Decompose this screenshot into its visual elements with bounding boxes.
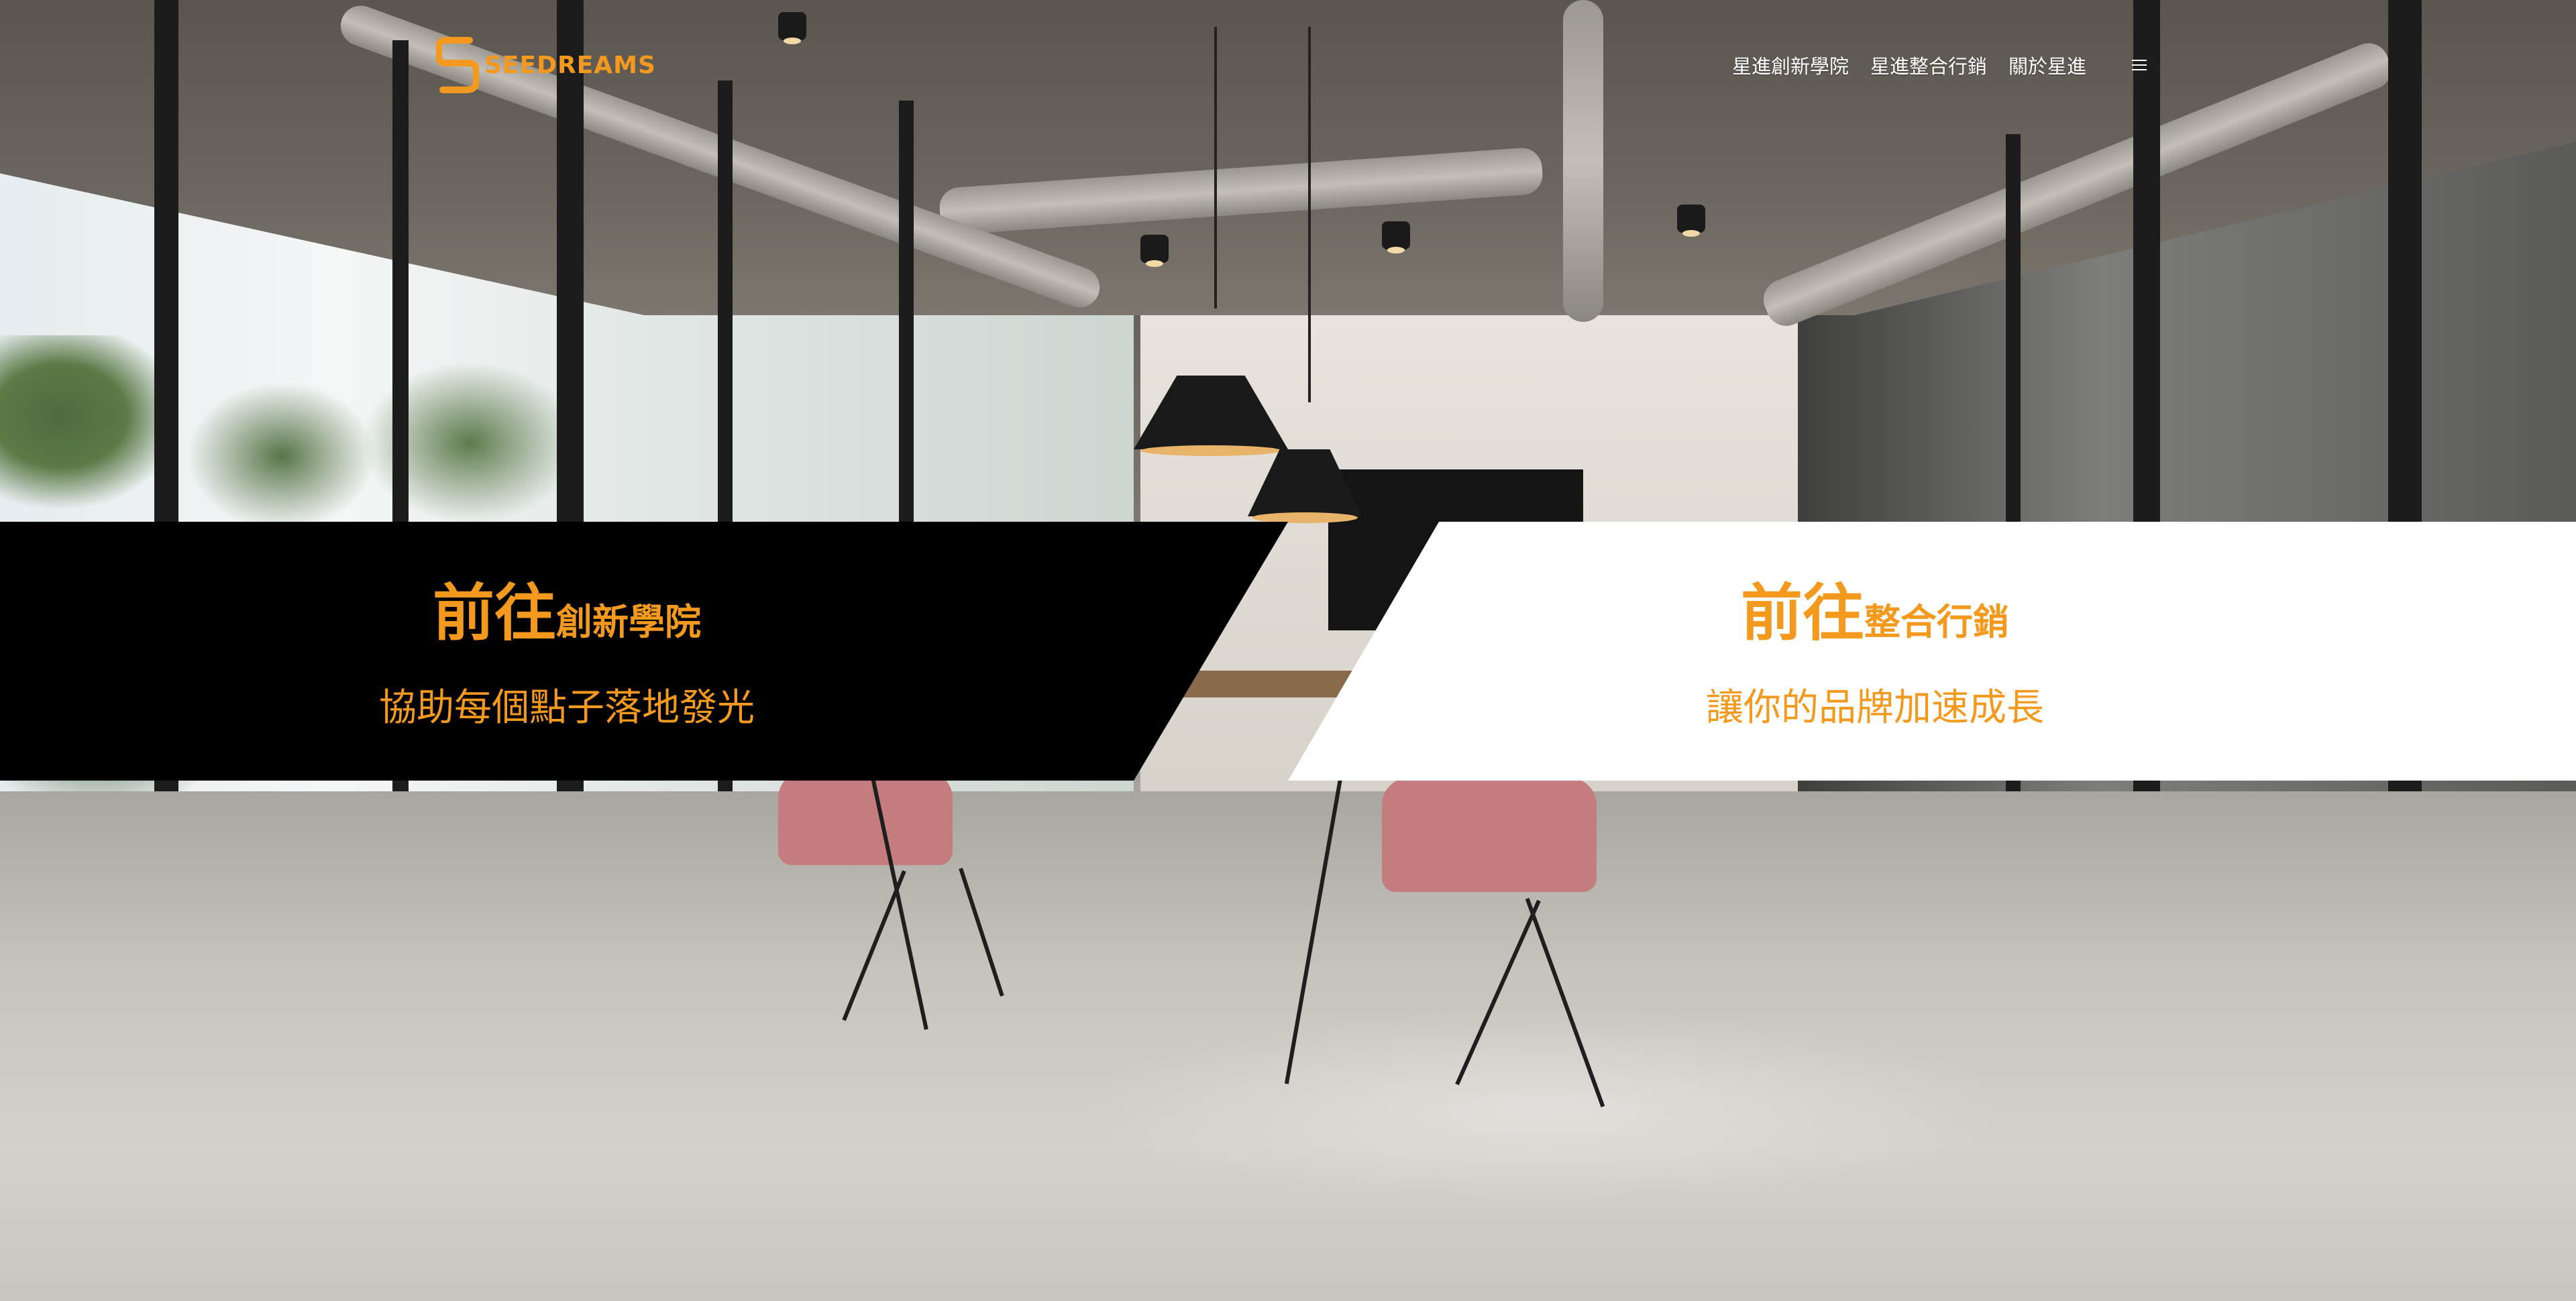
- academy-title-prefix: 前往: [432, 577, 556, 649]
- academy-link-panel[interactable]: 前往創新學院 協助每個點子落地發光: [0, 522, 1288, 781]
- nav-item-marketing[interactable]: 星進整合行銷: [1870, 51, 1987, 79]
- marketing-panel-subtitle: 讓你的品牌加速成長: [1706, 686, 2044, 730]
- logo-text: SEEDREAMS: [484, 51, 656, 79]
- hamburger-menu-icon[interactable]: [2132, 58, 2147, 72]
- marketing-panel-title: 前往整合行銷: [1429, 563, 2321, 653]
- main-nav: 星進創新學院 星進整合行銷 關於星進: [1732, 51, 2147, 79]
- landing-page: SEEDREAMS 星進創新學院 星進整合行銷 關於星進 前往創新學院 協助每個…: [0, 0, 2576, 1301]
- marketing-title-name: 整合行銷: [1864, 601, 2009, 643]
- nav-item-academy[interactable]: 星進創新學院: [1732, 51, 1849, 79]
- marketing-title-prefix: 前往: [1740, 577, 1864, 649]
- academy-title-name: 創新學院: [556, 601, 701, 643]
- nav-item-about[interactable]: 關於星進: [2008, 51, 2086, 79]
- academy-panel-subtitle: 協助每個點子落地發光: [379, 686, 755, 730]
- seedreams-logo-mark-icon: [435, 36, 480, 94]
- marketing-link-panel[interactable]: 前往整合行銷 讓你的品牌加速成長: [1288, 522, 2576, 781]
- seedreams-logo[interactable]: SEEDREAMS: [435, 35, 656, 95]
- academy-panel-title: 前往創新學院: [0, 563, 1134, 653]
- site-header: SEEDREAMS 星進創新學院 星進整合行銷 關於星進: [0, 0, 2576, 127]
